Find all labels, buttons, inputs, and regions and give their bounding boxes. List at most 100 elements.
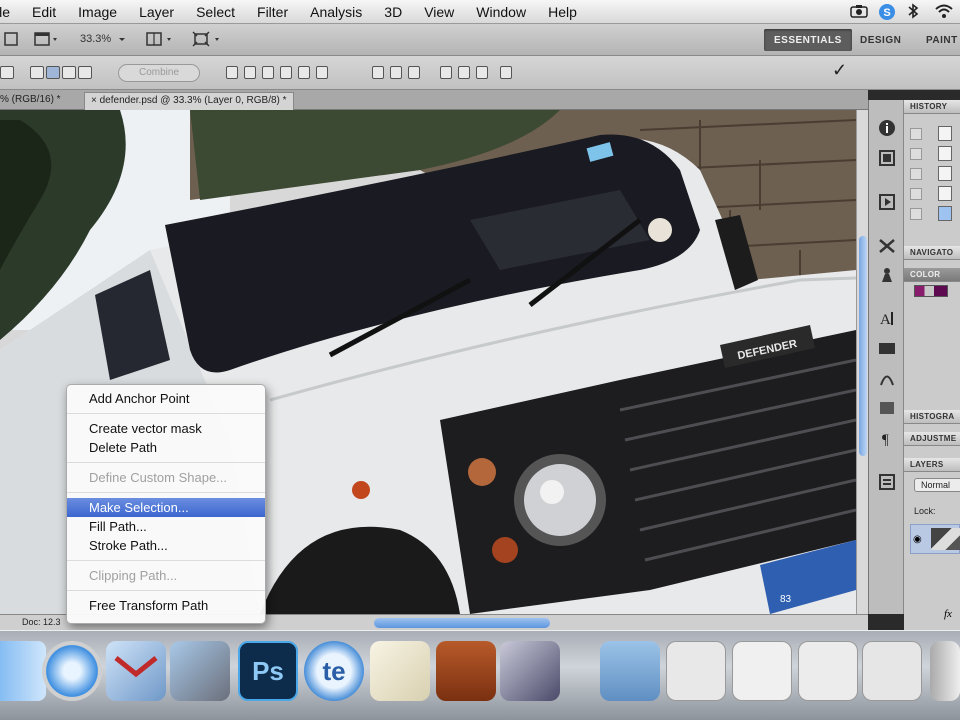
tab-defender[interactable]: × defender.psd @ 33.3% (Layer 0, RGB/8) … [84, 92, 294, 110]
mail-icon[interactable] [106, 641, 166, 701]
arrange-documents-icon[interactable] [146, 31, 176, 49]
align-top-icon[interactable] [226, 66, 238, 79]
doc-size-text[interactable]: Doc: 12.3 [22, 617, 61, 627]
brushes-icon[interactable] [876, 338, 898, 358]
paragraph-icon[interactable]: ¶ [876, 428, 898, 448]
imovie-icon[interactable] [500, 641, 560, 701]
swatches-icon[interactable] [876, 148, 898, 168]
screen-mode-icon[interactable] [34, 31, 60, 49]
vertical-scroll-thumb[interactable] [859, 236, 867, 456]
distribute-left-icon[interactable] [440, 66, 452, 79]
menu-item-free-transform-path[interactable]: Free Transform Path [67, 596, 265, 615]
history-state[interactable] [910, 126, 956, 142]
history-snapshot-box[interactable] [910, 168, 922, 180]
path-add-icon[interactable] [30, 66, 44, 79]
menu-item-delete-path[interactable]: Delete Path [67, 438, 265, 457]
path-exclude-icon[interactable] [78, 66, 92, 79]
align-right-icon[interactable] [316, 66, 328, 79]
align-hcenter-icon[interactable] [298, 66, 310, 79]
textedit-icon[interactable]: te [304, 641, 364, 701]
photoshop-icon[interactable]: Ps [238, 641, 298, 701]
layer-style-icon[interactable]: fx [944, 608, 952, 620]
panel-navigator[interactable]: NAVIGATO [904, 246, 960, 260]
document-icon[interactable] [862, 641, 922, 701]
view-extras-icon[interactable] [4, 31, 20, 49]
menu-help[interactable]: Help [537, 4, 588, 20]
tool-presets-icon[interactable] [876, 236, 898, 256]
zoom-dropdown-icon[interactable] [118, 31, 126, 49]
zoom-level[interactable]: 33.3% [80, 33, 111, 51]
applications-folder-icon[interactable] [600, 641, 660, 701]
character-icon[interactable]: A [876, 308, 898, 328]
history-snapshot-box[interactable] [910, 148, 922, 160]
color-swatch[interactable] [914, 285, 948, 297]
workspace-paint-button[interactable]: PAINT [916, 29, 960, 51]
iphoto-icon[interactable] [170, 641, 230, 701]
history-state[interactable] [910, 206, 956, 222]
actions-icon[interactable] [876, 192, 898, 212]
align-bottom-icon[interactable] [262, 66, 274, 79]
panel-adjustments[interactable]: ADJUSTME [904, 432, 960, 446]
history-snapshot-box[interactable] [910, 208, 922, 220]
menu-item-fill-path[interactable]: Fill Path... [67, 517, 265, 536]
workspace-essentials-button[interactable]: ESSENTIALS [764, 29, 852, 51]
panel-layers[interactable]: LAYERS [904, 458, 960, 472]
menu-window[interactable]: Window [465, 4, 537, 20]
finder-icon[interactable] [0, 641, 46, 701]
menu-analysis[interactable]: Analysis [299, 4, 373, 20]
distribute-top-icon[interactable] [372, 66, 384, 79]
trash-icon[interactable] [930, 641, 960, 701]
menu-item-add-anchor-point[interactable]: Add Anchor Point [67, 389, 265, 408]
document-icon[interactable] [798, 641, 858, 701]
paths-icon[interactable] [876, 368, 898, 388]
menu-edit[interactable]: Edit [21, 4, 67, 20]
path-subtract-icon[interactable] [46, 66, 60, 79]
distribute-vcenter-icon[interactable] [390, 66, 402, 79]
menu-3d[interactable]: 3D [373, 4, 413, 20]
panel-history[interactable]: HISTORY [904, 100, 960, 114]
menu-layer[interactable]: Layer [128, 4, 185, 20]
panel-histogram[interactable]: HISTOGRA [904, 410, 960, 424]
layer-row[interactable]: ◉ [910, 524, 960, 554]
screen-mode-full-icon[interactable] [192, 31, 224, 49]
history-state[interactable] [910, 186, 956, 202]
document-icon[interactable] [666, 641, 726, 701]
confirm-checkmark-icon[interactable]: ✓ [832, 60, 847, 81]
bluetooth-icon[interactable] [906, 3, 924, 19]
tool-preset-icon[interactable] [0, 66, 14, 79]
menu-view[interactable]: View [413, 4, 465, 20]
menu-select[interactable]: Select [185, 4, 246, 20]
keynote-icon[interactable] [436, 641, 496, 701]
safari-icon[interactable] [42, 641, 102, 701]
combine-button[interactable]: Combine [118, 64, 200, 82]
menu-item-create-vector-mask[interactable]: Create vector mask [67, 419, 265, 438]
distribute-bottom-icon[interactable] [408, 66, 420, 79]
menu-image[interactable]: Image [67, 4, 128, 20]
styles-icon[interactable] [876, 398, 898, 418]
camera-icon[interactable] [850, 3, 868, 19]
menu-item-make-selection[interactable]: Make Selection... [67, 498, 265, 517]
clone-source-icon[interactable] [876, 266, 898, 286]
menu-file[interactable]: ile [0, 4, 21, 20]
wifi-icon[interactable] [934, 3, 953, 19]
align-left-icon[interactable] [280, 66, 292, 79]
eye-icon[interactable]: ◉ [913, 534, 922, 545]
auto-align-icon[interactable] [500, 66, 512, 79]
align-vcenter-icon[interactable] [244, 66, 256, 79]
workspace-design-button[interactable]: DESIGN [850, 29, 911, 51]
panel-color[interactable]: COLOR [904, 268, 960, 282]
history-state[interactable] [910, 166, 956, 182]
history-snapshot-box[interactable] [910, 188, 922, 200]
path-intersect-icon[interactable] [62, 66, 76, 79]
tab-document-1[interactable]: % (RGB/16) * [0, 92, 67, 110]
menu-item-stroke-path[interactable]: Stroke Path... [67, 536, 265, 555]
notes-icon[interactable] [876, 472, 898, 492]
document-icon[interactable] [732, 641, 792, 701]
vertical-scrollbar[interactable] [856, 110, 868, 614]
tab-close-icon[interactable]: × [91, 95, 97, 106]
blend-mode-select[interactable]: Normal [914, 478, 960, 492]
history-snapshot-box[interactable] [910, 128, 922, 140]
skype-icon[interactable]: S [878, 3, 896, 20]
distribute-right-icon[interactable] [476, 66, 488, 79]
horizontal-scroll-thumb[interactable] [374, 618, 550, 628]
